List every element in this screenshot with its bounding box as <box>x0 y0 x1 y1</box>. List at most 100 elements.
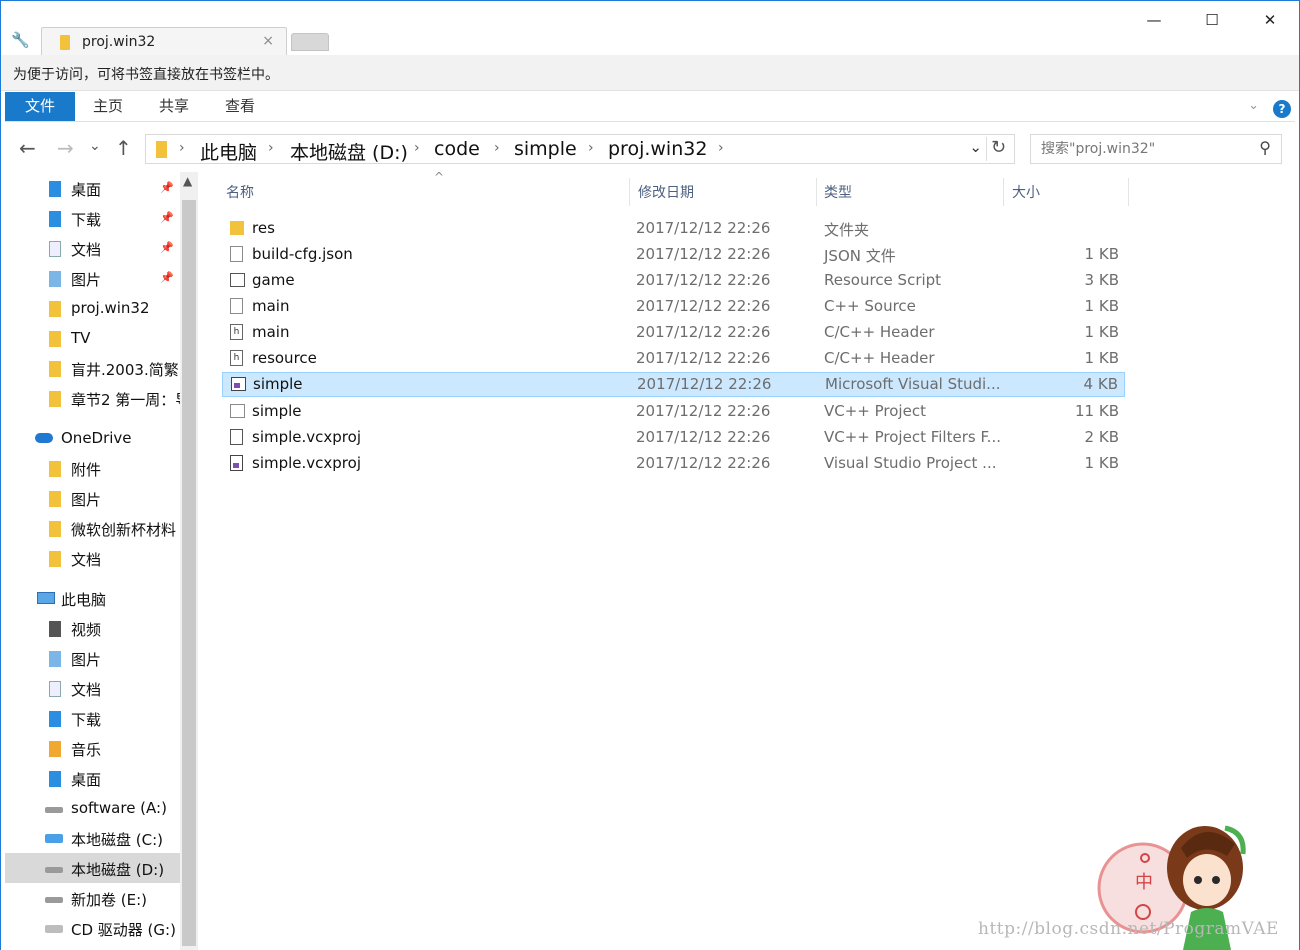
breadcrumb-separator: › <box>268 140 274 156</box>
sidebar-item-pictures[interactable]: 图片 📌 <box>5 263 180 293</box>
tab-close-icon[interactable]: × <box>262 33 274 49</box>
expand-ribbon-icon[interactable]: ⌄ <box>1248 98 1259 113</box>
cd-drive-icon <box>45 925 63 933</box>
search-box[interactable]: ⚲ <box>1030 134 1282 164</box>
breadcrumb-this-pc[interactable]: 此电脑 <box>200 138 257 165</box>
search-icon[interactable]: ⚲ <box>1259 138 1271 157</box>
file-type: Resource Script <box>824 271 942 289</box>
file-row[interactable]: main 2017/12/12 22:26 C++ Source 1 KB <box>222 294 1125 319</box>
scrollbar-thumb[interactable] <box>182 200 196 946</box>
sidebar-item-chapter2[interactable]: 章节2 第一周：导 <box>5 383 180 413</box>
sidebar-item-proj-win32[interactable]: proj.win32 <box>5 293 180 323</box>
pin-icon[interactable]: 📌 <box>160 211 174 224</box>
pin-icon[interactable]: 📌 <box>160 241 174 254</box>
sidebar-item-attachments[interactable]: 附件 <box>5 453 180 483</box>
address-dropdown-icon[interactable]: ⌄ <box>969 138 982 156</box>
file-size: 1 KB <box>1084 297 1119 315</box>
wrench-icon[interactable]: 🔧 <box>11 31 30 49</box>
file-row[interactable]: build-cfg.json 2017/12/12 22:26 JSON 文件 … <box>222 242 1125 267</box>
pin-icon[interactable]: 📌 <box>160 271 174 284</box>
file-type: JSON 文件 <box>824 247 896 265</box>
column-header-size[interactable]: 大小 <box>1004 178 1129 206</box>
sidebar-item-mangjing[interactable]: 盲井.2003.简繁中 <box>5 353 180 383</box>
sidebar-item-drive-e[interactable]: 新加卷 (E:) <box>5 883 180 913</box>
sidebar-item-downloads[interactable]: 下载 📌 <box>5 203 180 233</box>
sidebar-item-pc-pictures[interactable]: 图片 <box>5 643 180 673</box>
file-row[interactable]: simple.vcxproj 2017/12/12 22:26 Visual S… <box>222 451 1125 476</box>
download-folder-icon <box>49 711 61 727</box>
breadcrumb-proj-win32[interactable]: proj.win32 <box>608 138 707 160</box>
sidebar-item-drive-g[interactable]: CD 驱动器 (G:) <box>5 913 180 943</box>
computer-icon <box>37 592 55 604</box>
column-header-type[interactable]: 类型 <box>816 178 1004 206</box>
tab-file[interactable]: 文件 <box>5 92 75 121</box>
sidebar-item-drive-c[interactable]: 本地磁盘 (C:) <box>5 823 180 853</box>
file-row[interactable]: simple.vcxproj 2017/12/12 22:26 VC++ Pro… <box>222 425 1125 450</box>
file-type: VC++ Project Filters F... <box>824 428 1001 446</box>
back-arrow-icon[interactable]: ← <box>19 136 36 160</box>
sidebar-item-label: 图片 <box>71 491 102 509</box>
sidebar-item-imagine-cup[interactable]: 微软创新杯材料 <box>5 513 180 543</box>
file-name: simple <box>252 402 302 420</box>
search-input[interactable] <box>1041 139 1241 159</box>
sort-ascending-icon: ^ <box>434 170 445 184</box>
folder-icon <box>49 361 61 377</box>
column-header-date[interactable]: 修改日期 <box>629 178 817 206</box>
sidebar-item-label: 此电脑 <box>61 591 107 609</box>
folder-icon <box>49 521 61 537</box>
breadcrumb-separator: › <box>179 140 185 156</box>
breadcrumb-drive-d[interactable]: 本地磁盘 (D:) <box>290 138 408 165</box>
system-drive-icon <box>45 834 63 843</box>
file-row[interactable]: h main 2017/12/12 22:26 C/C++ Header 1 K… <box>222 320 1125 345</box>
breadcrumb-simple[interactable]: simple <box>514 138 577 160</box>
tab-view[interactable]: 查看 <box>211 92 269 121</box>
browser-tab[interactable]: proj.win32 × <box>41 27 287 57</box>
sidebar-item-videos[interactable]: 视频 <box>5 613 180 643</box>
help-icon[interactable]: ? <box>1273 100 1291 118</box>
tab-share[interactable]: 共享 <box>145 92 203 121</box>
tab-home[interactable]: 主页 <box>79 92 137 121</box>
recent-locations-icon[interactable]: ⌄ <box>89 138 101 154</box>
sidebar-item-od-documents[interactable]: 文档 <box>5 543 180 573</box>
sidebar-item-pc-desktop[interactable]: 桌面 <box>5 763 180 793</box>
file-name: simple.vcxproj <box>252 454 361 472</box>
sidebar-item-desktop[interactable]: 桌面 📌 <box>5 173 180 203</box>
sidebar-item-od-pictures[interactable]: 图片 <box>5 483 180 513</box>
sidebar-item-pc-downloads[interactable]: 下载 <box>5 703 180 733</box>
sidebar-item-music[interactable]: 音乐 <box>5 733 180 763</box>
forward-arrow-icon[interactable]: → <box>57 136 74 160</box>
sidebar-item-this-pc[interactable]: 此电脑 <box>5 583 180 613</box>
sidebar-item-pc-documents[interactable]: 文档 <box>5 673 180 703</box>
file-type: C/C++ Header <box>824 349 935 367</box>
file-date: 2017/12/12 22:26 <box>636 402 771 420</box>
minimize-button[interactable]: — <box>1139 7 1169 33</box>
column-header-name[interactable]: 名称 ^ <box>218 170 628 206</box>
file-row[interactable]: simple 2017/12/12 22:26 VC++ Project 11 … <box>222 399 1125 424</box>
file-row-selected[interactable]: simple 2017/12/12 22:26 Microsoft Visual… <box>222 372 1125 397</box>
close-button[interactable]: ✕ <box>1255 7 1285 33</box>
address-bar[interactable]: › 此电脑 › 本地磁盘 (D:) › code › simple › proj… <box>145 134 1015 164</box>
sidebar-item-drive-d[interactable]: 本地磁盘 (D:) <box>5 853 180 883</box>
refresh-icon[interactable]: ↻ <box>986 137 1010 161</box>
folder-icon <box>49 391 61 407</box>
file-row[interactable]: res 2017/12/12 22:26 文件夹 <box>222 216 1125 241</box>
sidebar-item-label: 视频 <box>71 621 102 639</box>
sidebar-item-label: CD 驱动器 (G:) <box>71 921 176 939</box>
sidebar-item-drive-a[interactable]: software (A:) <box>5 793 180 823</box>
file-name: main <box>252 323 290 341</box>
sidebar-item-onedrive[interactable]: OneDrive <box>5 423 180 453</box>
scroll-up-icon[interactable]: ▲ <box>183 174 192 188</box>
sidebar-item-label: 音乐 <box>71 741 102 759</box>
new-tab-button[interactable] <box>291 33 329 51</box>
pin-icon[interactable]: 📌 <box>160 181 174 194</box>
sidebar-item-tv[interactable]: TV <box>5 323 180 353</box>
drive-icon <box>45 807 63 813</box>
sidebar-item-documents[interactable]: 文档 📌 <box>5 233 180 263</box>
desktop-folder-icon <box>49 771 61 787</box>
file-row[interactable]: game 2017/12/12 22:26 Resource Script 3 … <box>222 268 1125 293</box>
up-arrow-icon[interactable]: ↑ <box>115 136 132 160</box>
maximize-button[interactable]: ☐ <box>1197 7 1227 33</box>
sidebar-scrollbar[interactable]: ▲ <box>180 172 198 950</box>
file-row[interactable]: h resource 2017/12/12 22:26 C/C++ Header… <box>222 346 1125 371</box>
breadcrumb-code[interactable]: code <box>434 138 480 160</box>
